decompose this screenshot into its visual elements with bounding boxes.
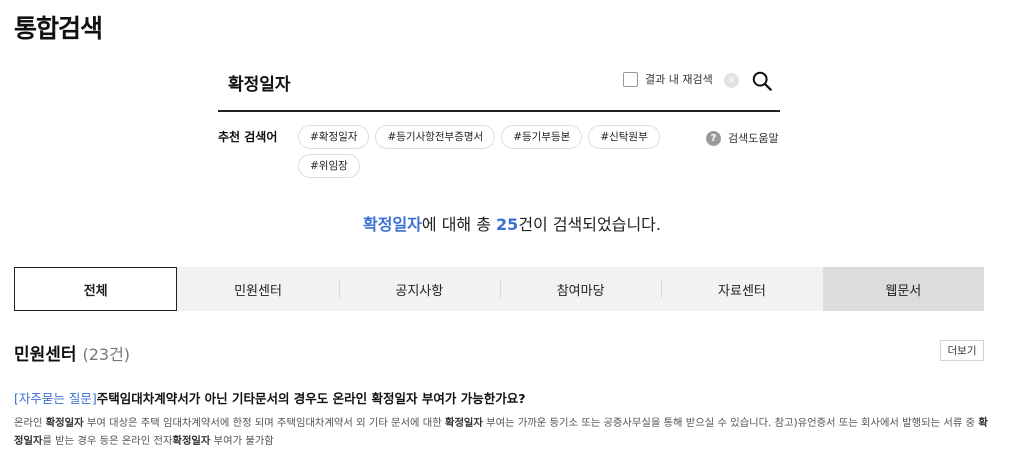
section-count: (23건): [82, 345, 131, 364]
search-box: 확정일자 결과 내 재검색 ×: [218, 60, 780, 112]
result-category: [자주묻는 질문]: [14, 391, 97, 406]
recommended-tag[interactable]: #위임장: [298, 154, 360, 178]
page-title: 통합검색: [14, 14, 103, 43]
search-help-label: 검색도움말: [728, 132, 779, 145]
recommended-tags: #확정일자 #등기사항전부증명서 #등기부등본 #신탁원부 #위임장: [298, 125, 678, 178]
more-button[interactable]: 더보기: [940, 340, 984, 361]
result-snippet: 온라인 확정일자 부여 대상은 주택 임대차계약서에 한정 되며 주택임대차계약…: [14, 414, 989, 450]
help-icon: ?: [706, 130, 721, 146]
tab-civil-center[interactable]: 민원센터: [177, 267, 338, 311]
result-title-link[interactable]: [자주묻는 질문]주택임대차계약서가 아닌 기타문서의 경우도 온라인 확정일자…: [14, 388, 525, 407]
tab-participation[interactable]: 참여마당: [499, 267, 661, 311]
section-title-label: 민원센터: [14, 345, 77, 365]
recommended-tag[interactable]: #등기부등본: [501, 125, 583, 149]
summary-text-mid: 에 대해 총: [421, 215, 497, 234]
result-title-pre: 주택임대차계약서가 아닌 기타문서의 경우도 온라인: [96, 391, 372, 406]
search-icon[interactable]: [751, 70, 773, 92]
snippet-part: 를 받는 경우 등은 온라인 전자: [42, 435, 173, 447]
tab-web-docs[interactable]: 웹문서: [822, 267, 984, 311]
tab-resources[interactable]: 자료센터: [661, 267, 822, 311]
snippet-keyword: 확정일자: [444, 417, 483, 429]
snippet-keyword: 확정일자: [45, 417, 84, 429]
search-help-link[interactable]: ? 검색도움말: [706, 130, 779, 146]
tab-all[interactable]: 전체: [14, 267, 178, 311]
section-title: 민원센터 (23건): [14, 340, 130, 365]
snippet-part: 부여는 가까운 등기소 또는 공증사무실을 통해 받으실 수 있습니다. 참고)…: [482, 417, 979, 429]
within-results-checkbox[interactable]: [623, 71, 638, 87]
snippet-part: 온라인: [14, 417, 46, 429]
summary-keyword: 확정일자: [363, 215, 422, 234]
result-summary: 확정일자에 대해 총 25건이 검색되었습니다.: [0, 211, 1024, 235]
recommended-label: 추천 검색어: [218, 130, 278, 144]
snippet-keyword: 확정일자: [172, 435, 211, 447]
result-title-keyword: 확정일자: [371, 391, 418, 406]
recommended-tag[interactable]: #신탁원부: [588, 125, 660, 149]
summary-count: 25: [496, 215, 519, 234]
snippet-part: 부여가 불가함: [210, 435, 274, 447]
recommended-tag[interactable]: #확정일자: [298, 125, 370, 149]
clear-icon[interactable]: ×: [724, 73, 739, 88]
search-input[interactable]: 확정일자: [228, 70, 291, 95]
snippet-part: 부여 대상은 주택 임대차계약서에 한정 되며 주택임대차계약서 외 기타 문서…: [83, 417, 445, 429]
tab-notice[interactable]: 공지사항: [338, 267, 500, 311]
within-results-toggle[interactable]: 결과 내 재검색: [623, 71, 713, 87]
within-results-label: 결과 내 재검색: [645, 73, 713, 86]
result-title-post: 부여가 가능한가요?: [417, 391, 526, 406]
summary-text-end: 건이 검색되었습니다.: [518, 215, 661, 234]
category-tabs: 전체 민원센터 공지사항 참여마당 자료센터 웹문서: [14, 267, 984, 311]
recommended-tag[interactable]: #등기사항전부증명서: [375, 125, 496, 149]
